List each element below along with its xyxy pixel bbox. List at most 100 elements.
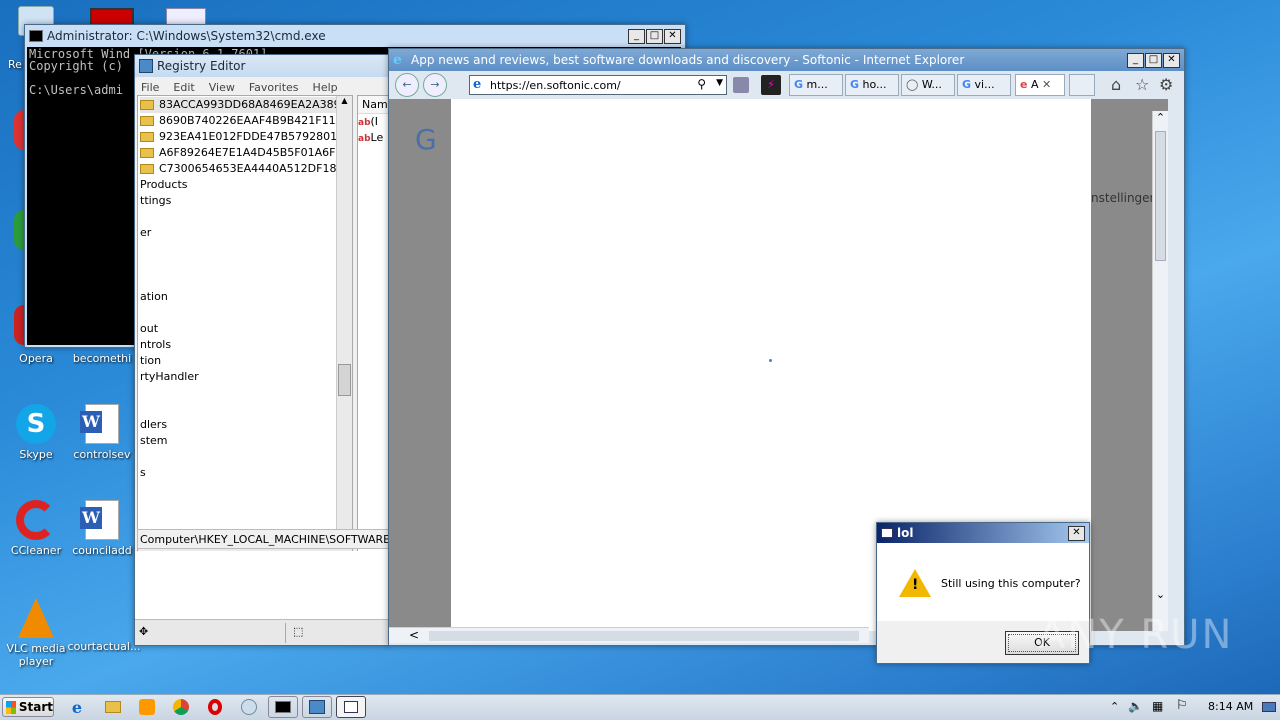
menu-file[interactable]: File (141, 81, 159, 94)
desktop-icon-vlc[interactable]: VLC media player (0, 596, 72, 668)
cmd-close-button[interactable]: ✕ (664, 28, 681, 44)
desktop-icon-becomethi[interactable]: becomethi (66, 352, 138, 365)
dialog-titlebar[interactable]: lol ✕ (877, 523, 1089, 543)
tree-item[interactable]: ation (140, 289, 352, 305)
desktop-icon-courtactual[interactable]: courtactual... (66, 640, 142, 653)
ie-close-button[interactable]: ✕ (1163, 52, 1180, 68)
tab-close-icon[interactable]: ✕ (1042, 78, 1051, 91)
dialog-app-icon (881, 528, 893, 538)
start-button[interactable]: Start (2, 697, 54, 717)
tree-item[interactable]: rtyHandler (140, 369, 352, 385)
clock[interactable]: 8:14 AM (1208, 700, 1253, 713)
tree-item[interactable]: C7300654653EA4440A512DF184D70 (140, 161, 352, 177)
tree-item[interactable]: 8690B740226EAAF4B9B421F11A90D (140, 113, 352, 129)
tree-item[interactable]: 83ACCA993DD68A8469EA2A389C57 (140, 97, 352, 113)
settings-gear-icon[interactable]: ⚙ (1159, 75, 1173, 94)
compat-icon[interactable]: ⚡ (761, 75, 781, 95)
tree-item[interactable]: er (140, 225, 352, 241)
home-icon[interactable]: ⌂ (1111, 75, 1121, 94)
ie-maximize-button[interactable]: □ (1145, 52, 1162, 68)
taskbar-regedit-button[interactable] (302, 696, 332, 718)
forward-button[interactable]: → (423, 73, 447, 97)
taskbar-opera-button[interactable] (200, 696, 230, 718)
scroll-up-arrow[interactable]: ⌃ (1153, 111, 1168, 129)
menu-favorites[interactable]: Favorites (249, 81, 299, 94)
taskbar-explorer-button[interactable] (98, 696, 128, 718)
scroll-thumb[interactable] (338, 364, 351, 396)
taskbar-ie-button[interactable]: e (62, 696, 92, 718)
ie-navbar: ← → e https://en.softonic.com/ ⚲ ▼ ⚡ G m… (389, 71, 1184, 99)
tree-item[interactable]: s (140, 465, 352, 481)
cmd-titlebar[interactable]: Administrator: C:\Windows\System32\cmd.e… (25, 25, 685, 47)
taskbar-cmd-button[interactable] (268, 696, 298, 718)
action-center-flag-icon[interactable]: ⚐ (1176, 698, 1188, 713)
ie-tab[interactable]: G m... (789, 74, 843, 96)
menu-view[interactable]: View (209, 81, 235, 94)
ie-tab[interactable]: G ho... (845, 74, 899, 96)
taskbar-media-player-button[interactable] (132, 696, 162, 718)
tree-item[interactable]: tion (140, 353, 352, 369)
vlc-cone-icon (14, 596, 58, 640)
network-icon[interactable]: ▦ (1152, 699, 1163, 713)
tree-item[interactable]: ntrols (140, 337, 352, 353)
list-item[interactable]: abLe (358, 130, 388, 146)
tray-show-hidden-icon[interactable]: ⌃ (1110, 700, 1119, 713)
taskbar-dialog-button[interactable] (336, 696, 366, 718)
new-tab-button[interactable] (1069, 74, 1095, 96)
scroll-left-arrow[interactable]: < (409, 628, 419, 642)
regedit-tree-pane[interactable]: 83ACCA993DD68A8469EA2A389C57 8690B740226… (137, 95, 353, 565)
tree-item[interactable]: dlers (140, 417, 352, 433)
desktop-icon-counciladd[interactable]: W counciladd (66, 498, 138, 557)
desktop-icon-skype[interactable]: S Skype (0, 402, 72, 461)
menu-help[interactable]: Help (313, 81, 338, 94)
tree-item[interactable]: stem (140, 433, 352, 449)
ie-minimize-button[interactable]: _ (1127, 52, 1144, 68)
tree-vertical-scrollbar[interactable]: ▲ ▼ (336, 96, 352, 550)
taskbar-app-button[interactable] (234, 696, 264, 718)
cmd-maximize-button[interactable]: □ (646, 28, 663, 44)
regedit-list-pane[interactable]: Name ab(I abLe (357, 95, 389, 565)
ie-titlebar[interactable]: e App news and reviews, best software do… (389, 49, 1184, 71)
regedit-titlebar[interactable]: Registry Editor (135, 55, 389, 77)
menu-edit[interactable]: Edit (173, 81, 194, 94)
h-scroll-thumb[interactable] (429, 631, 859, 641)
dialog-title: lol (897, 526, 914, 540)
loading-dot (769, 359, 772, 362)
regedit-window[interactable]: Registry Editor File Edit View Favorites… (134, 54, 390, 646)
list-header-name[interactable]: Name (358, 96, 388, 114)
folder-icon (140, 116, 154, 126)
controlsev-label: controlsev (73, 448, 131, 461)
folder-icon (140, 164, 154, 174)
lock-icon[interactable] (733, 77, 749, 93)
scroll-up-arrow[interactable]: ▲ (337, 96, 352, 112)
address-bar[interactable]: e https://en.softonic.com/ ⚲ ▼ (469, 75, 727, 95)
tree-item[interactable]: A6F89264E7E1A4D45B5F01A6F4E08 (140, 145, 352, 161)
ie-horizontal-scrollbar[interactable]: < (389, 627, 869, 643)
address-url[interactable]: https://en.softonic.com/ (490, 79, 621, 92)
back-button[interactable]: ← (395, 73, 419, 97)
list-item[interactable]: ab(I (358, 114, 388, 130)
taskbar-chrome-button[interactable] (166, 696, 196, 718)
ie-tab[interactable]: ◯ W... (901, 74, 955, 96)
dropdown-arrow-icon[interactable]: ▼ (716, 78, 723, 88)
regedit-statusbar: Computer\HKEY_LOCAL_MACHINE\SOFTWARE\Mic… (137, 529, 389, 549)
ie-vertical-scrollbar[interactable]: ⌃ ⌄ (1152, 111, 1168, 631)
favorites-star-icon[interactable]: ☆ (1135, 75, 1149, 94)
show-desktop-button[interactable] (1262, 702, 1276, 712)
cmd-minimize-button[interactable]: _ (628, 28, 645, 44)
dialog-close-button[interactable]: ✕ (1068, 525, 1085, 541)
volume-icon[interactable]: 🔈 (1128, 699, 1143, 713)
desktop-icon-opera[interactable]: Opera (0, 352, 72, 365)
search-icon[interactable]: ⚲ (697, 77, 706, 91)
ie-tab[interactable]: G vi... (957, 74, 1011, 96)
scroll-down-arrow[interactable]: ⌄ (1153, 588, 1168, 601)
scroll-thumb[interactable] (1155, 131, 1166, 261)
tree-item[interactable]: out (140, 321, 352, 337)
tree-item[interactable]: Products (140, 177, 352, 193)
desktop-icon-ccleaner[interactable]: CCleaner (0, 498, 72, 557)
ie-page-icon: e (473, 77, 482, 92)
tree-item[interactable]: 923EA41E012FDDE47B579280126CC (140, 129, 352, 145)
tree-item[interactable]: ttings (140, 193, 352, 209)
ie-tab-active[interactable]: e A ✕ (1015, 74, 1065, 96)
desktop-icon-controlsev[interactable]: W controlsev (66, 402, 138, 461)
